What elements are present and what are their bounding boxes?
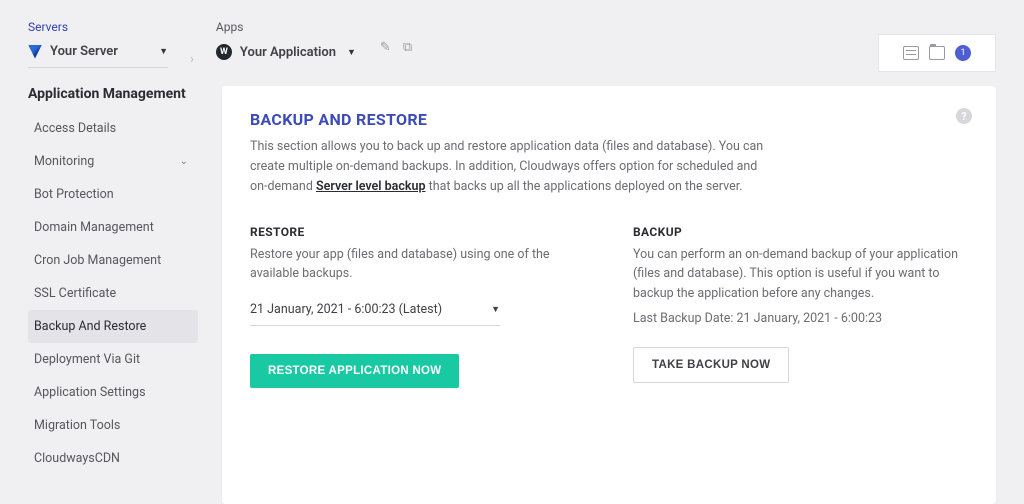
sidebar-item-domain-management[interactable]: Domain Management: [28, 211, 198, 244]
chevron-down-icon: ▼: [347, 47, 356, 58]
server-level-backup-link[interactable]: Server level backup: [316, 179, 426, 194]
backup-button[interactable]: TAKE BACKUP NOW: [633, 347, 789, 383]
restore-button[interactable]: RESTORE APPLICATION NOW: [250, 354, 459, 388]
sidebar-item-label: SSL Certificate: [34, 286, 116, 301]
list-view-icon: [903, 46, 919, 60]
sidebar-item-application-settings[interactable]: Application Settings: [28, 376, 198, 409]
chevron-right-icon: ›: [190, 36, 194, 67]
backup-heading: BACKUP: [633, 225, 968, 239]
app-selector[interactable]: W Your Application ▼: [216, 40, 356, 68]
chevron-down-icon: ▼: [159, 46, 168, 57]
sidebar-item-access-details[interactable]: Access Details: [28, 112, 198, 145]
help-icon[interactable]: ?: [956, 108, 972, 124]
breadcrumb-apps: Apps W Your Application ▼: [216, 20, 356, 68]
sidebar-item-label: Migration Tools: [34, 418, 120, 433]
open-external-icon[interactable]: ⧉: [403, 40, 412, 55]
selected-backup: 21 January, 2021 - 6:00:23 (Latest): [250, 302, 442, 317]
sidebar-item-label: Backup And Restore: [34, 319, 146, 334]
sidebar-item-label: CloudwaysCDN: [34, 451, 120, 466]
sidebar-item-cloudwayscdn[interactable]: CloudwaysCDN: [28, 442, 198, 475]
sidebar-item-label: Cron Job Management: [34, 253, 161, 268]
sidebar-item-label: Domain Management: [34, 220, 154, 235]
folder-view-icon: [929, 46, 945, 60]
sidebar-heading: Application Management: [28, 86, 198, 102]
last-backup-date: Last Backup Date: 21 January, 2021 - 6:0…: [633, 309, 968, 328]
backup-selector[interactable]: 21 January, 2021 - 6:00:23 (Latest) ▼: [250, 298, 500, 326]
wordpress-icon: W: [216, 44, 232, 60]
edit-icon[interactable]: ✎: [380, 40, 391, 55]
backup-text: You can perform an on-demand backup of y…: [633, 245, 968, 303]
sidebar-item-bot-protection[interactable]: Bot Protection: [28, 178, 198, 211]
sidebar-item-ssl-certificate[interactable]: SSL Certificate: [28, 277, 198, 310]
app-name: Your Application: [240, 45, 336, 60]
servers-label: Servers: [28, 20, 168, 34]
page-description: This section allows you to back up and r…: [250, 137, 770, 197]
backup-panel: BACKUP You can perform an on-demand back…: [633, 225, 968, 388]
sidebar-item-label: Monitoring: [34, 154, 94, 169]
sidebar-item-monitoring[interactable]: Monitoring ⌄: [28, 145, 198, 178]
breadcrumb-servers: Servers Your Server ▼: [28, 20, 168, 68]
sidebar-item-label: Application Settings: [34, 385, 146, 400]
restore-text: Restore your app (files and database) us…: [250, 245, 585, 284]
sidebar-item-label: Deployment Via Git: [34, 352, 140, 367]
sidebar-item-cron-job-management[interactable]: Cron Job Management: [28, 244, 198, 277]
notification-badge: 1: [955, 45, 971, 61]
view-toggle[interactable]: 1: [878, 34, 996, 72]
sidebar-item-label: Access Details: [34, 121, 116, 136]
restore-heading: RESTORE: [250, 225, 585, 239]
chevron-down-icon: ⌄: [180, 156, 188, 167]
sidebar-item-deployment-via-git[interactable]: Deployment Via Git: [28, 343, 198, 376]
sidebar-item-backup-and-restore[interactable]: Backup And Restore: [28, 310, 198, 343]
page-title: BACKUP AND RESTORE: [250, 110, 968, 129]
apps-label: Apps: [216, 20, 356, 34]
server-name: Your Server: [50, 44, 118, 59]
chevron-down-icon: ▼: [491, 304, 500, 315]
server-provider-icon: [28, 45, 42, 59]
restore-panel: RESTORE Restore your app (files and data…: [250, 225, 585, 388]
sidebar-item-label: Bot Protection: [34, 187, 114, 202]
server-selector[interactable]: Your Server ▼: [28, 40, 168, 68]
sidebar-item-migration-tools[interactable]: Migration Tools: [28, 409, 198, 442]
